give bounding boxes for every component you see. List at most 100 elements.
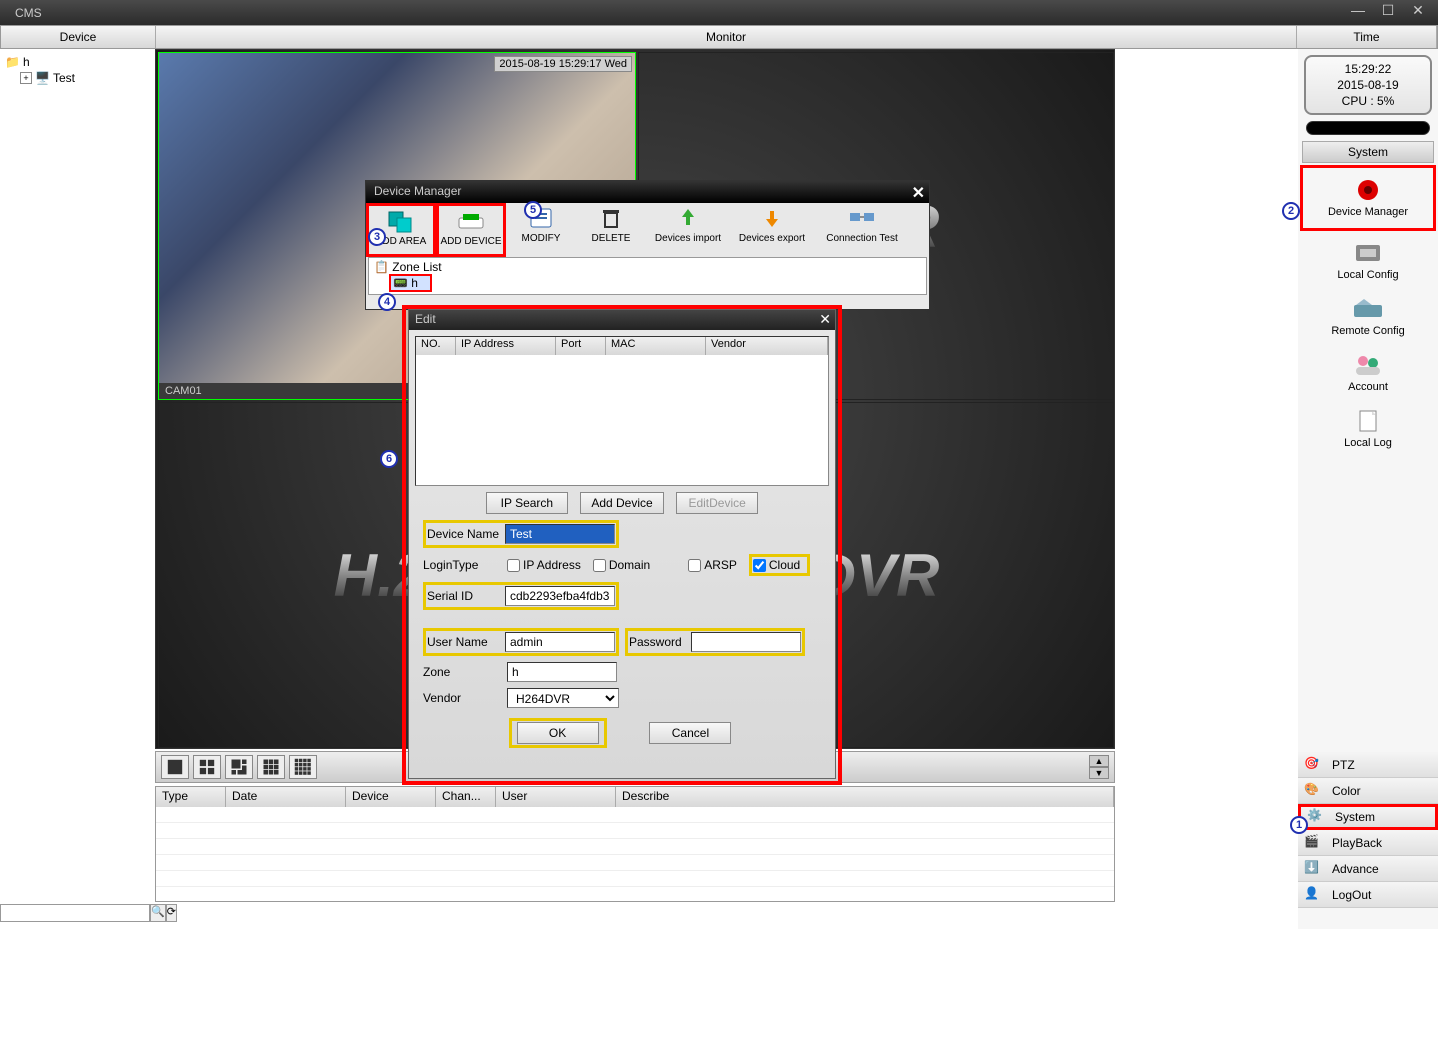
menu-color-label: Color bbox=[1332, 784, 1361, 798]
menu-color[interactable]: 🎨 Color bbox=[1298, 778, 1438, 804]
add-device-button2[interactable]: Add Device bbox=[580, 492, 663, 514]
zone-list: 📋 Zone List 📟 h bbox=[368, 257, 927, 295]
zone-input bbox=[507, 662, 617, 682]
callout-3: 3 bbox=[368, 228, 386, 246]
callout-1: 1 bbox=[1290, 816, 1308, 834]
vendor-label: Vendor bbox=[423, 691, 501, 705]
expand-icon[interactable]: + bbox=[20, 72, 32, 84]
color-icon: 🎨 bbox=[1304, 782, 1326, 800]
clock-time: 15:29:22 bbox=[1306, 61, 1430, 77]
clock-box: 15:29:22 2015-08-19 CPU : 5% bbox=[1304, 55, 1432, 115]
callout-2: 2 bbox=[1282, 202, 1300, 220]
menu-ptz-label: PTZ bbox=[1332, 758, 1355, 772]
logout-icon: 👤 bbox=[1304, 886, 1326, 904]
time-header: Time bbox=[1297, 26, 1437, 48]
local-config-label: Local Config bbox=[1298, 269, 1438, 281]
device-tree: 📁 h + 🖥️ Test bbox=[0, 49, 155, 849]
cancel-button[interactable]: Cancel bbox=[649, 722, 731, 744]
export-label: Devices export bbox=[739, 233, 805, 244]
device-scan-table: NO. IP Address Port MAC Vendor bbox=[415, 336, 829, 486]
account-button[interactable]: Account bbox=[1298, 345, 1438, 401]
col-no: NO. bbox=[416, 337, 456, 355]
menu-playback-label: PlayBack bbox=[1332, 836, 1382, 850]
arsp-checkbox[interactable]: ARSP bbox=[688, 558, 737, 572]
page-down-button[interactable]: ▼ bbox=[1089, 767, 1109, 779]
refresh-button[interactable]: ⟳ bbox=[166, 904, 177, 922]
edit-dialog-highlight: Edit ✕ NO. IP Address Port MAC Vendor IP… bbox=[402, 305, 842, 785]
ip-address-radio[interactable]: IP Address bbox=[507, 558, 581, 572]
menu-ptz[interactable]: 🎯 PTZ bbox=[1298, 752, 1438, 778]
close-button[interactable]: ✕ bbox=[1403, 2, 1433, 20]
minimize-button[interactable]: — bbox=[1343, 2, 1373, 20]
device-name-input[interactable] bbox=[505, 524, 615, 544]
layout-6-button[interactable] bbox=[225, 755, 253, 779]
playback-icon: 🎬 bbox=[1304, 834, 1326, 852]
user-name-input[interactable] bbox=[505, 632, 615, 652]
ip-search-button[interactable]: IP Search bbox=[486, 492, 568, 514]
device-manager-label: Device Manager bbox=[1305, 206, 1431, 218]
ptz-icon: 🎯 bbox=[1304, 756, 1326, 774]
account-label: Account bbox=[1298, 381, 1438, 393]
remote-config-button[interactable]: Remote Config bbox=[1298, 289, 1438, 345]
tree-child[interactable]: + 🖥️ Test bbox=[5, 70, 150, 86]
layout-4-button[interactable] bbox=[193, 755, 221, 779]
layout-9-button[interactable] bbox=[257, 755, 285, 779]
add-device-button[interactable]: ADD DEVICE bbox=[436, 203, 506, 257]
search-input[interactable] bbox=[0, 904, 150, 922]
menu-logout[interactable]: 👤LogOut bbox=[1298, 882, 1438, 908]
delete-button[interactable]: DELETE bbox=[576, 203, 646, 257]
add-device-label: ADD DEVICE bbox=[440, 236, 501, 247]
log-col-device: Device bbox=[346, 787, 436, 807]
devices-import-button[interactable]: Devices import bbox=[646, 203, 730, 257]
log-col-type: Type bbox=[156, 787, 226, 807]
tree-root[interactable]: 📁 h bbox=[5, 54, 150, 70]
panel-header-row: Device Monitor Time bbox=[0, 25, 1438, 49]
menu-advance[interactable]: ⬇️Advance bbox=[1298, 856, 1438, 882]
serial-id-input[interactable] bbox=[505, 586, 615, 606]
col-mac: MAC bbox=[606, 337, 706, 355]
password-input[interactable] bbox=[691, 632, 801, 652]
ok-button[interactable]: OK bbox=[517, 722, 599, 744]
layout-16-button[interactable] bbox=[289, 755, 317, 779]
serial-id-label: Serial ID bbox=[427, 589, 505, 603]
connection-test-button[interactable]: Connection Test bbox=[814, 203, 910, 257]
zone-label: Zone bbox=[423, 665, 501, 679]
vendor-select[interactable]: H264DVR bbox=[507, 688, 619, 708]
zone-item-h[interactable]: 📟 h bbox=[389, 274, 432, 292]
menu-playback[interactable]: 🎬 PlayBack bbox=[1298, 830, 1438, 856]
local-config-button[interactable]: Local Config bbox=[1298, 233, 1438, 289]
clock-cpu: CPU : 5% bbox=[1306, 93, 1430, 109]
menu-system[interactable]: ⚙️System bbox=[1298, 804, 1438, 830]
device-manager-close-button[interactable]: ✕ bbox=[912, 183, 925, 203]
domain-radio[interactable]: Domain bbox=[593, 558, 650, 572]
local-log-button[interactable]: Local Log bbox=[1298, 401, 1438, 457]
log-col-describe: Describe bbox=[616, 787, 1114, 807]
remote-config-label: Remote Config bbox=[1298, 325, 1438, 337]
tree-child-label: Test bbox=[53, 71, 75, 85]
col-ip: IP Address bbox=[456, 337, 556, 355]
local-log-label: Local Log bbox=[1298, 437, 1438, 449]
device-manager-button[interactable]: Device Manager bbox=[1300, 165, 1436, 231]
delete-icon bbox=[595, 205, 627, 231]
cloud-checkbox[interactable]: Cloud bbox=[753, 558, 800, 572]
conntest-icon bbox=[846, 205, 878, 231]
log-rows bbox=[156, 807, 1114, 887]
page-up-button[interactable]: ▲ bbox=[1089, 755, 1109, 767]
account-icon bbox=[1350, 351, 1386, 379]
user-name-label: User Name bbox=[427, 635, 505, 649]
search-button[interactable]: 🔍 bbox=[150, 904, 166, 922]
log-col-date: Date bbox=[226, 787, 346, 807]
maximize-button[interactable]: ☐ bbox=[1373, 2, 1403, 20]
log-col-user: User bbox=[496, 787, 616, 807]
device-manager-icon bbox=[1350, 176, 1386, 204]
status-pill bbox=[1306, 121, 1430, 135]
system-icon: ⚙️ bbox=[1307, 808, 1329, 826]
edit-close-button[interactable]: ✕ bbox=[819, 311, 831, 328]
devices-export-button[interactable]: Devices export bbox=[730, 203, 814, 257]
local-config-icon bbox=[1350, 239, 1386, 267]
monitor-header: Monitor bbox=[156, 26, 1297, 48]
device-manager-titlebar: Device Manager ✕ bbox=[366, 181, 929, 203]
col-vendor: Vendor bbox=[706, 337, 828, 355]
zone-list-header: 📋 Zone List bbox=[371, 260, 924, 274]
layout-1-button[interactable] bbox=[161, 755, 189, 779]
